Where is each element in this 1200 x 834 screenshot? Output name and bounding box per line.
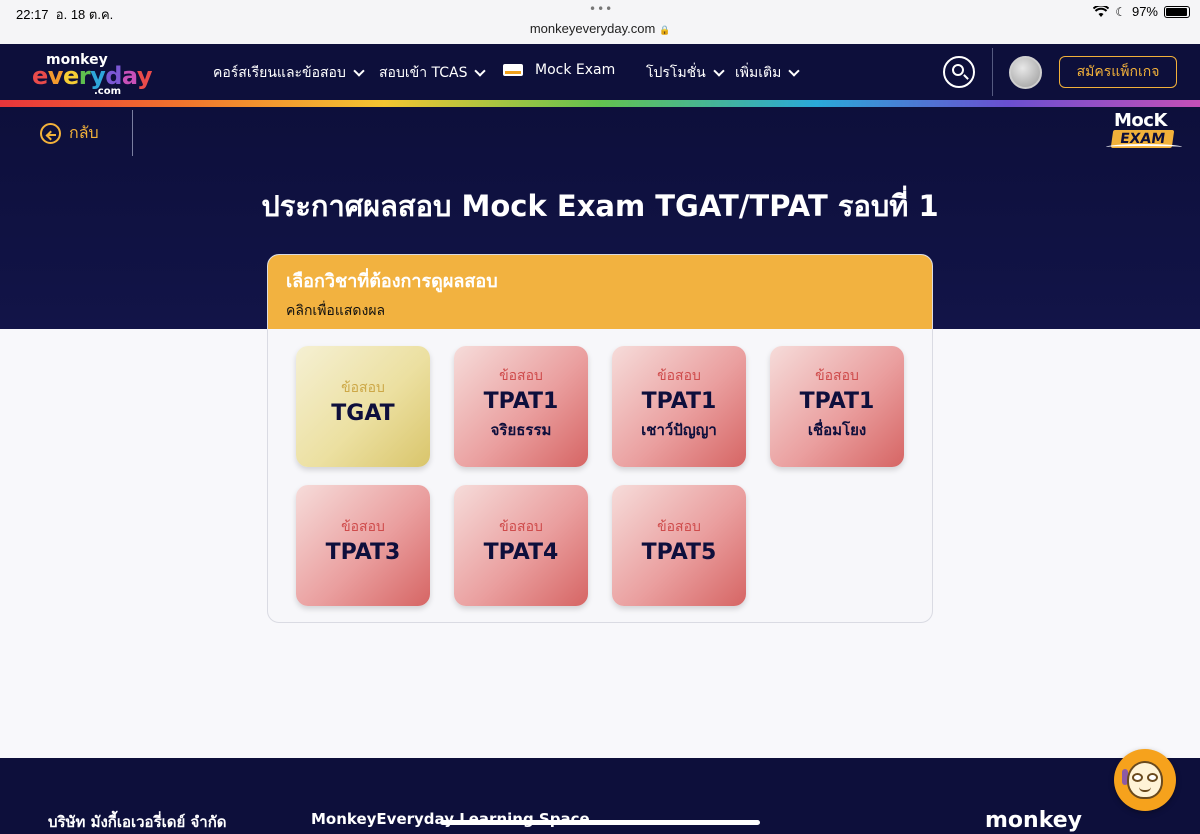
logo-letter: e bbox=[32, 62, 48, 90]
mock-logo-top: MocK bbox=[1114, 110, 1167, 131]
footer-logo: monkey bbox=[985, 808, 1083, 833]
subject-card-tgat[interactable]: ข้อสอบ TGAT bbox=[296, 346, 430, 467]
subject-card-tpat1-intelligence[interactable]: ข้อสอบ TPAT1 เชาว์ปัญญา bbox=[612, 346, 746, 467]
card-name: TPAT5 bbox=[641, 540, 717, 565]
nav-item-label: คอร์สเรียนและข้อสอบ bbox=[213, 65, 346, 81]
card-name: TPAT1 bbox=[641, 389, 717, 414]
logo-sub-text: .com bbox=[94, 86, 122, 97]
nav-item-label: Mock Exam bbox=[535, 62, 616, 78]
logo-letter: r bbox=[78, 62, 91, 90]
card-sub: จริยธรรม bbox=[490, 421, 552, 439]
card-name: TPAT1 bbox=[799, 389, 875, 414]
page-title: ประกาศผลสอบ Mock Exam TGAT/TPAT รอบที่ 1 bbox=[261, 189, 939, 223]
url-text: monkeyeveryday.com bbox=[529, 21, 656, 36]
card-name: TPAT3 bbox=[325, 540, 401, 565]
card-kicker: ข้อสอบ bbox=[815, 368, 859, 384]
battery-icon bbox=[1164, 5, 1190, 18]
panel-header: เลือกวิชาที่ต้องการดูผลสอบ คลิกเพื่อแสดง… bbox=[268, 255, 932, 329]
search-button[interactable] bbox=[943, 56, 975, 88]
subject-card-tpat4[interactable]: ข้อสอบ TPAT4 bbox=[454, 485, 588, 606]
logo-letter: a bbox=[121, 62, 137, 90]
logo-letter: e bbox=[62, 62, 79, 90]
signup-package-button[interactable]: สมัครแพ็กเกจ bbox=[1059, 56, 1177, 88]
lock-icon: 🔒 bbox=[658, 25, 671, 35]
status-bar: 22:17 อ. 18 ต.ค. ••• monkeyeveryday.com … bbox=[0, 0, 1200, 44]
card-name: TGAT bbox=[331, 401, 395, 426]
chevron-down-icon bbox=[788, 64, 801, 77]
chevron-down-icon bbox=[474, 64, 487, 77]
nav-item-label: เพิ่มเติม bbox=[735, 65, 782, 81]
status-indicators: ☾ 97% bbox=[1093, 4, 1190, 19]
nav-item-more[interactable]: เพิ่มเติม bbox=[735, 62, 801, 84]
panel-subtitle: คลิกเพื่อแสดงผล bbox=[286, 303, 386, 319]
user-avatar[interactable] bbox=[1009, 56, 1042, 89]
home-indicator bbox=[440, 820, 760, 825]
card-sub: เชื่อมโยง bbox=[807, 421, 867, 439]
subject-card-tpat5[interactable]: ข้อสอบ TPAT5 bbox=[612, 485, 746, 606]
mock-exam-logo: MocK EXAM bbox=[1106, 110, 1186, 154]
subject-card-tpat1-ethics[interactable]: ข้อสอบ TPAT1 จริยธรรม bbox=[454, 346, 588, 467]
card-name: TPAT1 bbox=[483, 389, 559, 414]
panel-title: เลือกวิชาที่ต้องการดูผลสอบ bbox=[286, 271, 498, 292]
back-arrow-icon bbox=[40, 123, 61, 144]
more-dots-icon[interactable]: ••• bbox=[589, 2, 613, 16]
chevron-down-icon bbox=[353, 64, 365, 77]
nav-divider bbox=[992, 48, 993, 96]
site-logo[interactable]: monkey everyday .com bbox=[32, 52, 153, 97]
battery-percent: 97% bbox=[1131, 4, 1158, 19]
back-label: กลับ bbox=[69, 123, 99, 142]
footer-learning-space[interactable]: MonkeyEveryday Learning Space bbox=[311, 810, 590, 828]
moon-icon: ☾ bbox=[1115, 4, 1126, 19]
back-button[interactable]: กลับ bbox=[40, 121, 99, 146]
card-kicker: ข้อสอบ bbox=[341, 380, 385, 396]
subject-card-tpat1-connection[interactable]: ข้อสอบ TPAT1 เชื่อมโยง bbox=[770, 346, 904, 467]
card-kicker: ข้อสอบ bbox=[657, 519, 701, 535]
nav-item-promotions[interactable]: โปรโมชั่น bbox=[646, 62, 725, 84]
rainbow-divider bbox=[0, 100, 1200, 107]
wifi-icon bbox=[1093, 5, 1110, 17]
card-kicker: ข้อสอบ bbox=[341, 519, 385, 535]
address-bar[interactable]: monkeyeveryday.com 🔒 bbox=[0, 21, 1200, 36]
nav-item-mock-exam[interactable]: Mock Exam bbox=[503, 62, 615, 78]
nav-item-label: สอบเข้า TCAS bbox=[379, 65, 468, 81]
card-name: TPAT4 bbox=[483, 540, 559, 565]
status-date: อ. 18 ต.ค. bbox=[55, 7, 114, 22]
footer-company: บริษัท มังกี้เอเวอรี่เดย์ จำกัด bbox=[48, 813, 227, 831]
subject-card-tpat3[interactable]: ข้อสอบ TPAT3 bbox=[296, 485, 430, 606]
card-kicker: ข้อสอบ bbox=[499, 519, 543, 535]
logo-letter: v bbox=[47, 62, 64, 90]
logo-main-text: everyday bbox=[32, 62, 153, 90]
logo-letter: y bbox=[136, 62, 153, 90]
chat-support-button[interactable] bbox=[1114, 749, 1176, 811]
card-sub: เชาว์ปัญญา bbox=[641, 421, 717, 439]
nav-item-tcas[interactable]: สอบเข้า TCAS bbox=[379, 62, 487, 84]
nav-item-label: โปรโมชั่น bbox=[646, 65, 706, 81]
search-icon bbox=[952, 64, 964, 76]
hero-divider bbox=[132, 110, 133, 156]
card-kicker: ข้อสอบ bbox=[657, 368, 701, 384]
nav-item-courses[interactable]: คอร์สเรียนและข้อสอบ bbox=[213, 62, 365, 84]
card-kicker: ข้อสอบ bbox=[499, 368, 543, 384]
chevron-down-icon bbox=[713, 64, 725, 77]
mock-exam-icon bbox=[503, 64, 523, 76]
